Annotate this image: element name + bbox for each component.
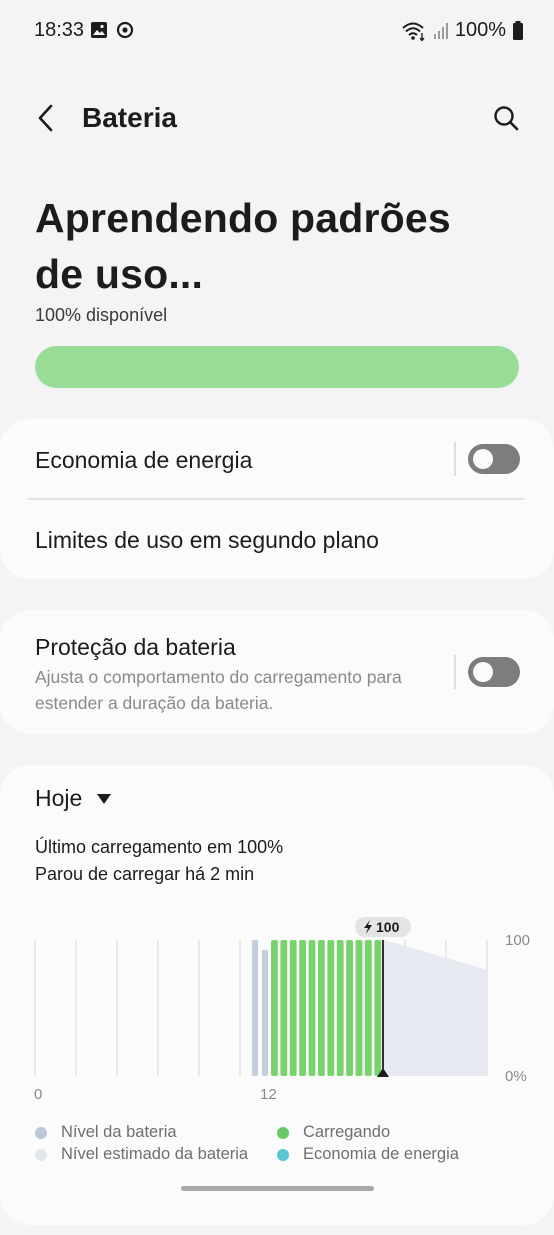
legend-battery-level: Nível da bateria [35, 1123, 177, 1142]
protection-toggle[interactable] [468, 657, 520, 687]
image-icon [91, 22, 107, 38]
legend-charging: Carregando [277, 1123, 390, 1142]
charging-bar [336, 940, 344, 1076]
battery-level-fill [35, 346, 519, 388]
power-saving-toggle[interactable] [468, 444, 520, 474]
legend-power-saving: Economia de energia [277, 1145, 459, 1164]
battery-percent: 100% [454, 19, 506, 41]
data-saver-icon [116, 21, 134, 39]
legend-label: Economia de energia [303, 1145, 459, 1163]
toggle-knob [473, 662, 493, 682]
status-right: 100% [401, 19, 524, 42]
charging-bar [271, 940, 278, 1076]
protection-description: Ajusta o comportamento do carregamento p… [35, 667, 402, 713]
status-time: 18:33 [34, 19, 85, 41]
caret-down-icon [97, 793, 112, 804]
x-tick-label: 12 [260, 1086, 277, 1103]
charging-bar [299, 940, 306, 1076]
legend-label: Nível estimado da bateria [61, 1145, 249, 1163]
legend-label: Nível da bateria [61, 1123, 177, 1141]
search-icon [494, 106, 519, 131]
back-button[interactable] [28, 98, 64, 138]
period-dropdown[interactable]: Hoje [35, 785, 112, 812]
status-bar: 18:33 100% [0, 0, 554, 62]
row-separator [454, 442, 456, 476]
legend-label: Carregando [303, 1123, 391, 1141]
legend-dot [277, 1126, 289, 1139]
app-bar: Bateria [0, 88, 554, 148]
charging-bar [346, 940, 353, 1076]
battery-level-bar [35, 346, 519, 388]
legend-dot [277, 1148, 289, 1161]
charging-bar [365, 940, 372, 1076]
back-arrow-icon [38, 104, 53, 132]
status-left-icons [90, 21, 134, 39]
background-limits-label: Limites de uso em segundo plano [35, 527, 379, 553]
battery-available: 100% disponível [35, 305, 168, 325]
row-separator [454, 655, 456, 689]
battery-level-bar [252, 940, 258, 1076]
estimated-level-area [384, 940, 487, 1076]
charging-bar [327, 940, 335, 1076]
y-tick-label: 0% [505, 1068, 527, 1085]
legend-dot [35, 1126, 47, 1139]
charging-stopped-text: Parou de carregar há 2 min [35, 864, 255, 884]
battery-level-bar [262, 949, 268, 1076]
signal-icon [433, 22, 448, 39]
charging-bar [289, 940, 297, 1076]
legend-estimated-level: Nível estimado da bateria [35, 1145, 248, 1164]
toggle-knob [473, 449, 493, 469]
home-indicator [181, 1186, 374, 1191]
last-charge-text: Último carregamento em 100% [35, 837, 284, 857]
background-limits-row[interactable]: Limites de uso em segundo plano [0, 500, 554, 579]
charging-bar [308, 940, 316, 1076]
page-title: Bateria [82, 102, 177, 133]
search-button[interactable] [488, 100, 524, 136]
settings-card-power: Economia de energia Limites de uso em se… [0, 419, 554, 579]
charging-bar [355, 940, 363, 1076]
charging-bar [280, 940, 288, 1076]
settings-card-protection[interactable]: Proteção da bateria Ajusta o comportamen… [0, 610, 554, 734]
protection-label: Proteção da bateria [35, 634, 236, 660]
battery-status-title: Aprendendo padrões de uso... [35, 195, 451, 297]
x-tick-label: 0 [34, 1086, 42, 1103]
power-saving-row[interactable]: Economia de energia [0, 419, 554, 499]
y-tick-label: 100 [505, 932, 530, 949]
marker-label: 100 [376, 919, 400, 935]
battery-icon [513, 20, 523, 40]
period-label: Hoje [35, 785, 83, 811]
charging-bar [374, 940, 382, 1076]
wifi-icon [402, 22, 425, 41]
power-saving-label: Economia de energia [35, 447, 253, 473]
charging-bar [318, 940, 325, 1076]
legend-dot [35, 1148, 47, 1161]
